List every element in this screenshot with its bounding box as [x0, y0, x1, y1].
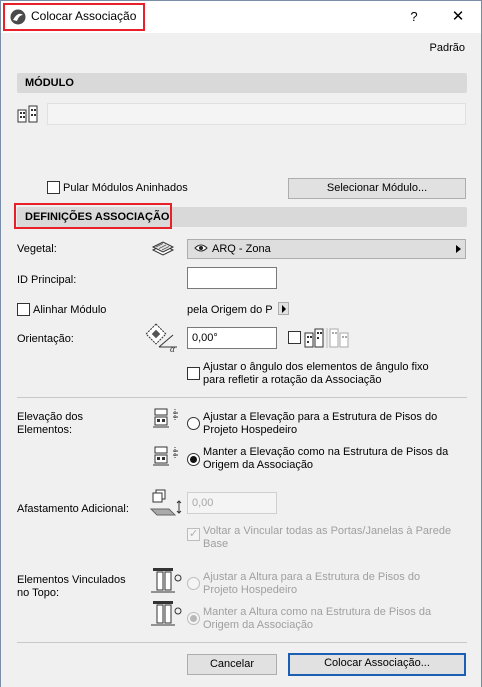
layer-icon — [151, 241, 175, 256]
vegetal-label: Vegetal: — [17, 243, 57, 255]
help-button[interactable]: ? — [405, 7, 423, 27]
adjust-fixed-angle-checkbox[interactable] — [187, 367, 200, 380]
additional-offset-label: Afastamento Adicional: — [17, 503, 129, 515]
cancel-button[interactable]: Cancelar — [187, 654, 277, 675]
mirror-checkbox[interactable] — [288, 331, 301, 344]
footer-separator — [17, 642, 467, 643]
title-bar[interactable]: Colocar Associação ? ✕ — [1, 1, 481, 33]
play-arrow-icon — [282, 305, 286, 313]
archicad-app-icon — [10, 9, 26, 25]
svg-text:α: α — [170, 344, 175, 353]
elevation-host-icon — [153, 408, 178, 428]
elevation-host-radio[interactable] — [187, 417, 200, 430]
layer-dropdown[interactable]: ARQ - Zona — [187, 239, 466, 259]
check-icon: ✓ — [189, 528, 199, 540]
top-linked-source-radio[interactable] — [187, 612, 200, 625]
module-icon — [17, 105, 38, 123]
module-section-header: MÓDULO — [17, 73, 467, 93]
rotation-angle-icon: α — [145, 323, 177, 353]
additional-offset-input[interactable]: 0,00 — [187, 492, 277, 514]
offset-icon — [149, 489, 182, 516]
eye-icon — [194, 244, 208, 252]
top-linked-source-label-2: Origem da Associação — [203, 619, 314, 631]
separator — [17, 397, 467, 398]
elevation-host-label-1: Ajustar a Elevação para a Estrutura de P… — [203, 411, 438, 423]
module-path-field — [47, 103, 466, 125]
top-linked-source-icon — [151, 601, 182, 626]
top-linked-label-2: no Topo: — [17, 587, 60, 599]
default-link[interactable]: Padrão — [430, 42, 465, 54]
module-section-title: MÓDULO — [25, 77, 74, 89]
top-linked-host-label-1: Ajustar a Altura para a Estrutura de Pis… — [203, 571, 421, 583]
elevation-source-radio[interactable] — [187, 453, 200, 466]
adjust-fixed-angle-label-1: Ajustar o ângulo dos elementos de ângulo… — [203, 361, 429, 373]
orientation-label: Orientação: — [17, 333, 74, 345]
orientation-input[interactable]: 0,00° — [187, 327, 277, 349]
align-origin-menu-button[interactable] — [278, 302, 289, 315]
relink-doors-label-1: Voltar a Vincular todas as Portas/Janela… — [203, 525, 452, 537]
adjust-fixed-angle-label-2: para refletir a rotação da Associação — [203, 374, 382, 386]
top-linked-source-label-1: Manter a Altura como na Estrutura de Pis… — [203, 606, 432, 618]
layer-value: ARQ - Zona — [212, 243, 271, 255]
elevation-source-label-2: Origem da Associação — [203, 459, 314, 471]
master-id-label: ID Principal: — [17, 274, 77, 286]
mirror-icon — [304, 328, 349, 348]
elevation-source-icon — [153, 446, 178, 466]
align-module-label: Alinhar Módulo — [33, 304, 107, 316]
place-hotlink-button[interactable]: Colocar Associação... — [288, 653, 466, 676]
select-module-button[interactable]: Selecionar Módulo... — [288, 178, 466, 199]
align-module-checkbox[interactable] — [17, 303, 30, 316]
elevation-label-2: Elementos: — [17, 424, 73, 436]
settings-highlight-box — [14, 203, 172, 229]
place-hotlink-dialog: Colocar Associação ? ✕ Padrão MÓDULO Pul… — [0, 0, 482, 687]
top-linked-host-icon — [151, 568, 182, 593]
relink-doors-label-2: Base — [203, 538, 229, 550]
elevation-host-label-2: Projeto Hospedeiro — [203, 424, 298, 436]
align-origin-value: pela Origem do P — [187, 304, 273, 316]
dropdown-arrow-icon — [456, 245, 461, 253]
elevation-source-label-1: Manter a Elevação como na Estrutura de P… — [203, 446, 449, 458]
top-linked-label-1: Elementos Vinculados — [17, 574, 126, 586]
relink-doors-checkbox[interactable]: ✓ — [187, 528, 200, 541]
top-linked-host-label-2: Projeto Hospedeiro — [203, 584, 298, 596]
elevation-label-1: Elevação dos — [17, 411, 84, 423]
master-id-input[interactable] — [187, 267, 277, 289]
skip-nested-modules-checkbox[interactable] — [47, 181, 60, 194]
dialog-body: Padrão MÓDULO Pular Módulos Aninhados Se… — [1, 33, 481, 687]
top-linked-host-radio[interactable] — [187, 577, 200, 590]
close-button[interactable]: ✕ — [445, 6, 471, 28]
window-title: Colocar Associação — [31, 9, 137, 23]
skip-nested-modules-label: Pular Módulos Aninhados — [63, 182, 188, 194]
